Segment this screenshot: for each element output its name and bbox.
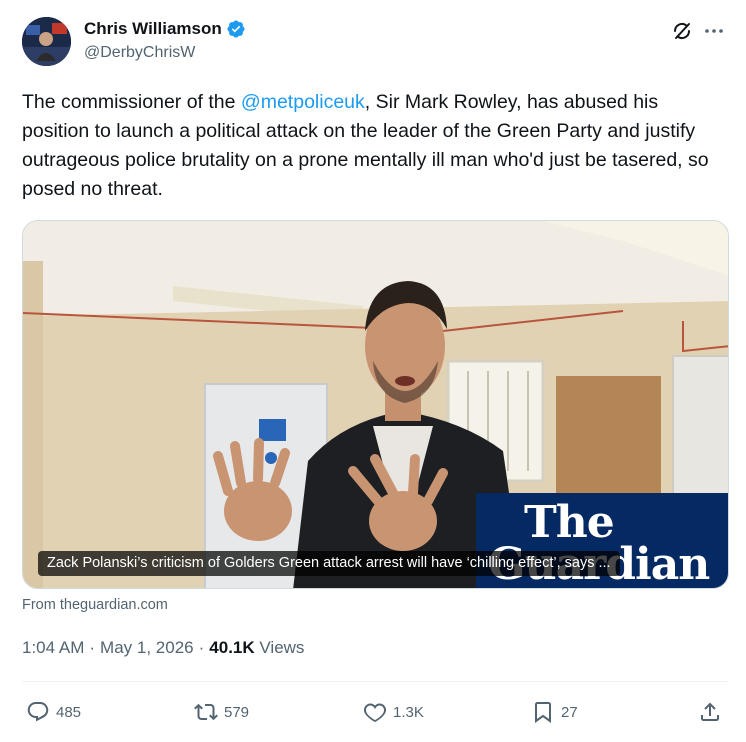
- card-source[interactable]: From theguardian.com: [22, 597, 168, 613]
- card-caption[interactable]: Zack Polanski’s criticism of Golders Gre…: [38, 551, 620, 576]
- tweet-text: The commissioner of the @metpoliceuk, Si…: [22, 88, 722, 204]
- like-count: 1.3K: [393, 703, 424, 721]
- repost-count: 579: [224, 703, 250, 721]
- more-icon[interactable]: [702, 19, 726, 43]
- tweet-time[interactable]: 1:04 AM: [22, 638, 84, 658]
- like-icon: [363, 703, 387, 723]
- repost-icon: [194, 703, 218, 721]
- grok-icon[interactable]: [670, 19, 694, 43]
- divider: [22, 681, 729, 682]
- meta-separator: ·: [198, 638, 205, 657]
- repost-button[interactable]: 579: [194, 700, 249, 724]
- bookmark-button[interactable]: 27: [531, 700, 578, 724]
- bookmark-icon: [535, 702, 551, 723]
- tweet-meta: 1:04 AM · May 1, 2026 · 40.1K Views: [22, 638, 304, 658]
- avatar[interactable]: [22, 17, 71, 66]
- verified-badge-icon: [227, 20, 245, 38]
- link-card[interactable]: The Guardian Zack Polanski’s criticism o…: [22, 220, 729, 589]
- tweet-text-start: The commissioner of the: [22, 91, 241, 113]
- reply-count: 485: [56, 703, 82, 721]
- views-label: Views: [259, 638, 305, 657]
- bookmark-count: 27: [561, 703, 578, 721]
- author-name[interactable]: Chris Williamson: [84, 19, 222, 39]
- meta-separator: ·: [89, 638, 96, 657]
- share-icon: [701, 702, 719, 721]
- like-button[interactable]: 1.3K: [363, 700, 424, 724]
- tweet-date[interactable]: May 1, 2026: [100, 638, 194, 658]
- author-handle[interactable]: @DerbyChrisW: [84, 44, 195, 62]
- share-button[interactable]: [698, 700, 722, 724]
- reply-icon: [27, 702, 49, 722]
- reply-button[interactable]: 485: [26, 700, 81, 724]
- mention-link[interactable]: @metpoliceuk: [241, 91, 365, 113]
- views-count: 40.1K: [209, 638, 255, 657]
